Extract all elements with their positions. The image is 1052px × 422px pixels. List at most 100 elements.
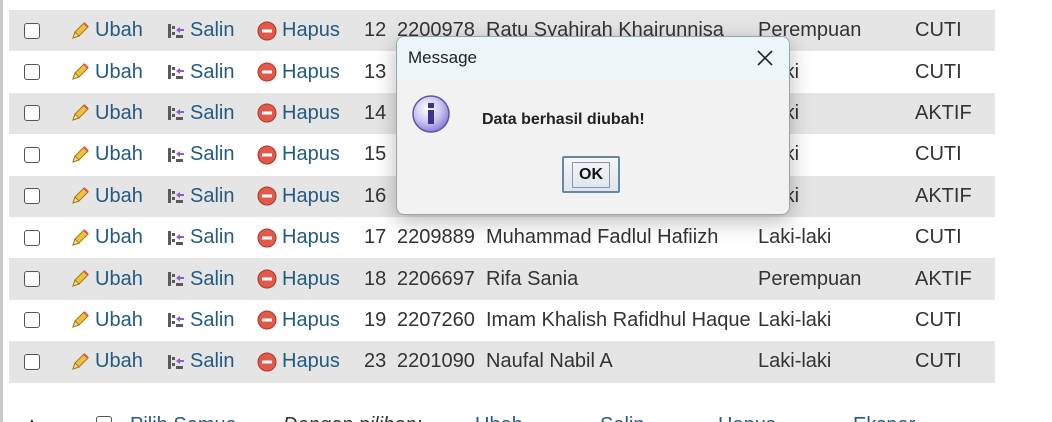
cell-id: 17 bbox=[364, 226, 387, 249]
edit-link[interactable]: Ubah bbox=[69, 143, 143, 166]
edit-label: Ubah bbox=[95, 143, 143, 166]
copy-link[interactable]: Salin bbox=[164, 143, 234, 166]
table-row: Ubah Salin Hapus 19 2207260 Imam Khalish Rafi… bbox=[9, 299, 995, 342]
cell-nim: 2206697 bbox=[397, 267, 475, 290]
edit-label: Ubah bbox=[95, 184, 143, 207]
copy-icon bbox=[164, 102, 190, 124]
pencil-icon bbox=[69, 61, 95, 83]
cell-name: Rifa Sania bbox=[486, 267, 579, 290]
cell-status: CUTI bbox=[915, 226, 962, 249]
row-checkbox[interactable] bbox=[24, 22, 40, 39]
cell-id: 16 bbox=[364, 184, 387, 207]
delete-label: Hapus bbox=[282, 143, 340, 166]
delete-icon bbox=[256, 61, 282, 83]
cell-nim: 2207260 bbox=[397, 308, 475, 331]
copy-link[interactable]: Salin bbox=[164, 19, 234, 42]
edit-link[interactable]: Ubah bbox=[69, 61, 143, 84]
row-checkbox[interactable] bbox=[24, 146, 40, 163]
copy-icon bbox=[164, 20, 190, 42]
delete-link[interactable]: Hapus bbox=[256, 309, 340, 332]
edit-link[interactable]: Ubah bbox=[69, 350, 143, 373]
bulk-edit-button[interactable]: Ubah bbox=[475, 414, 523, 422]
pencil-icon bbox=[69, 102, 95, 124]
table-row: Ubah Salin Hapus 23 2201090 Naufal Nabil A Lak… bbox=[9, 341, 995, 383]
cell-gender: Laki-laki bbox=[758, 226, 832, 249]
delete-icon bbox=[256, 309, 282, 331]
copy-icon bbox=[164, 268, 190, 290]
delete-link[interactable]: Hapus bbox=[256, 61, 340, 84]
delete-icon bbox=[256, 144, 282, 166]
edit-link[interactable]: Ubah bbox=[69, 185, 143, 208]
copy-link[interactable]: Salin bbox=[164, 185, 234, 208]
pencil-icon bbox=[69, 351, 95, 373]
copy-icon bbox=[164, 227, 190, 249]
copy-link[interactable]: Salin bbox=[164, 102, 234, 125]
cell-name: Muhammad Fadlul Hafiizh bbox=[486, 226, 719, 249]
row-checkbox[interactable] bbox=[24, 312, 40, 329]
dialog-title-bar: Message bbox=[397, 37, 789, 79]
copy-link[interactable]: Salin bbox=[164, 350, 234, 373]
row-checkbox[interactable] bbox=[24, 105, 40, 122]
cell-gender: Perempuan bbox=[758, 267, 862, 290]
cell-id: 13 bbox=[364, 60, 387, 83]
ok-button[interactable]: OK bbox=[562, 156, 620, 193]
delete-icon bbox=[256, 102, 282, 124]
copy-icon bbox=[164, 185, 190, 207]
cell-status: AKTIF bbox=[915, 101, 972, 124]
delete-label: Hapus bbox=[282, 184, 340, 207]
cell-status: CUTI bbox=[915, 143, 962, 166]
delete-label: Hapus bbox=[282, 226, 340, 249]
delete-link[interactable]: Hapus bbox=[256, 143, 340, 166]
ok-button-label: OK bbox=[572, 161, 610, 188]
row-checkbox[interactable] bbox=[24, 229, 40, 246]
info-icon bbox=[412, 95, 450, 133]
delete-label: Hapus bbox=[282, 350, 340, 373]
copy-icon bbox=[164, 144, 190, 166]
copy-link[interactable]: Salin bbox=[164, 61, 234, 84]
delete-link[interactable]: Hapus bbox=[256, 185, 340, 208]
edit-link[interactable]: Ubah bbox=[69, 226, 143, 249]
delete-link[interactable]: Hapus bbox=[256, 350, 340, 373]
cell-status: CUTI bbox=[915, 308, 962, 331]
edit-link[interactable]: Ubah bbox=[69, 268, 143, 291]
table-row: Ubah Salin Hapus 18 2206697 Rifa Sania Perempu… bbox=[9, 258, 995, 300]
delete-icon bbox=[256, 351, 282, 373]
arrow-up-icon: ▲ bbox=[22, 414, 42, 422]
delete-link[interactable]: Hapus bbox=[256, 102, 340, 125]
edit-link[interactable]: Ubah bbox=[69, 102, 143, 125]
bulk-delete-button[interactable]: Hapus bbox=[718, 414, 776, 422]
row-checkbox[interactable] bbox=[24, 353, 40, 370]
cell-nim: 2209889 bbox=[397, 226, 475, 249]
bulk-copy-button[interactable]: Salin bbox=[600, 414, 644, 422]
cell-nim: 2201090 bbox=[397, 350, 475, 373]
row-checkbox[interactable] bbox=[24, 271, 40, 288]
edit-link[interactable]: Ubah bbox=[69, 19, 143, 42]
delete-link[interactable]: Hapus bbox=[256, 19, 340, 42]
delete-label: Hapus bbox=[282, 101, 340, 124]
pencil-icon bbox=[69, 144, 95, 166]
row-checkbox[interactable] bbox=[24, 188, 40, 205]
pencil-icon bbox=[69, 268, 95, 290]
row-checkbox[interactable] bbox=[24, 64, 40, 81]
copy-link[interactable]: Salin bbox=[164, 226, 234, 249]
check-all-label[interactable]: Pilih Semua bbox=[130, 414, 237, 422]
bulk-export-button[interactable]: Ekspor bbox=[853, 414, 915, 422]
delete-link[interactable]: Hapus bbox=[256, 268, 340, 291]
edit-label: Ubah bbox=[95, 308, 143, 331]
bottom-action-bar: ▲ Pilih Semua Dengan pilihan: Ubah Salin… bbox=[0, 406, 1052, 422]
pencil-icon bbox=[69, 185, 95, 207]
check-all-checkbox[interactable] bbox=[96, 416, 112, 422]
copy-link[interactable]: Salin bbox=[164, 268, 234, 291]
delete-link[interactable]: Hapus bbox=[256, 226, 340, 249]
edit-link[interactable]: Ubah bbox=[69, 309, 143, 332]
copy-label: Salin bbox=[190, 143, 235, 166]
delete-label: Hapus bbox=[282, 308, 340, 331]
cell-id: 18 bbox=[364, 267, 387, 290]
copy-link[interactable]: Salin bbox=[164, 309, 234, 332]
cell-status: CUTI bbox=[915, 350, 962, 373]
pencil-icon bbox=[69, 309, 95, 331]
cell-name: Naufal Nabil A bbox=[486, 350, 613, 373]
copy-icon bbox=[164, 351, 190, 373]
close-icon[interactable] bbox=[755, 48, 775, 68]
copy-label: Salin bbox=[190, 19, 235, 42]
